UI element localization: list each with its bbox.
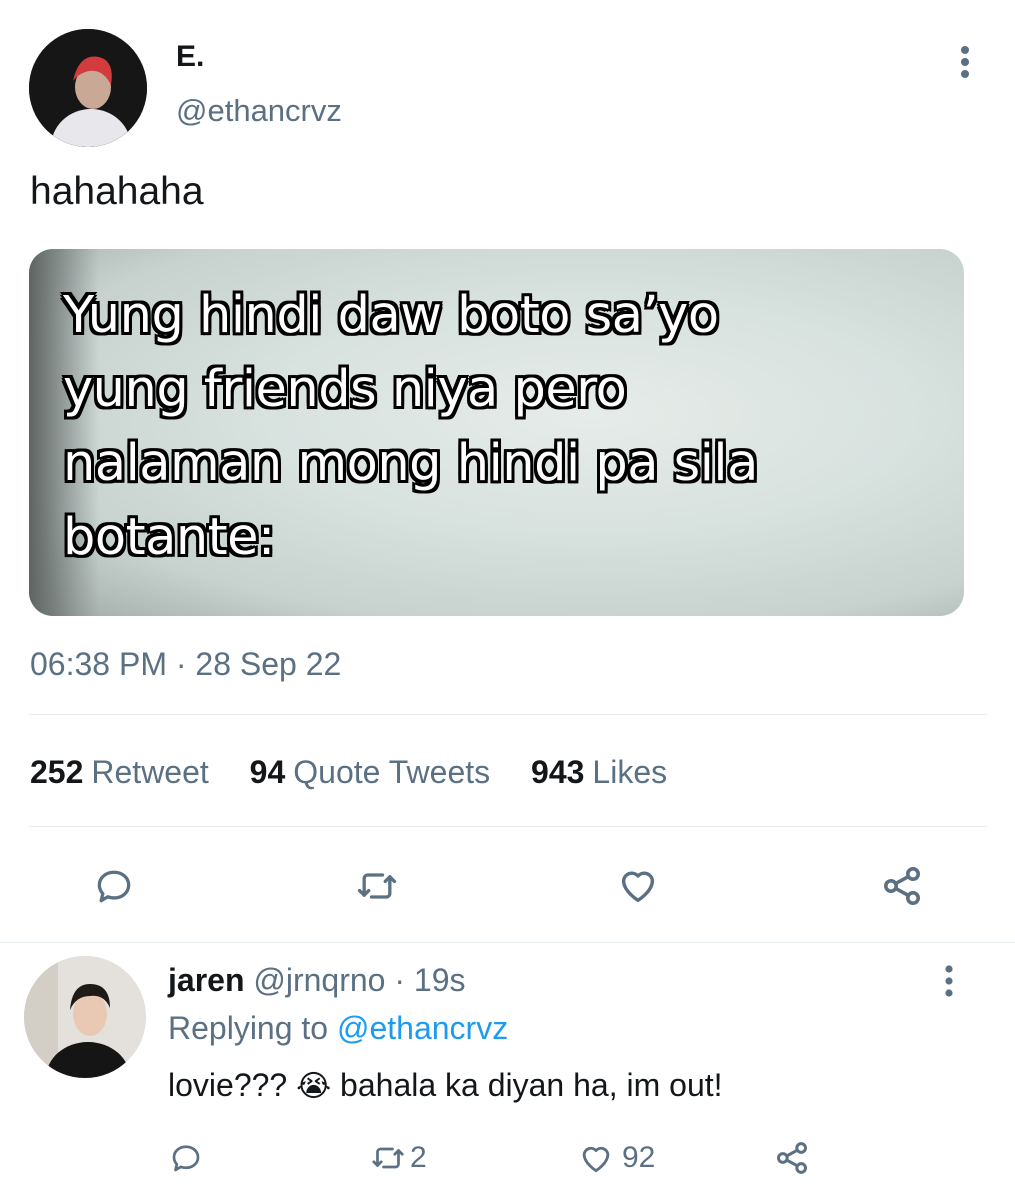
reply-like-count: 92 — [622, 1141, 656, 1174]
reply-text-end: bahala ka diyan ha, im out! — [340, 1067, 723, 1103]
reply-text: lovie??? 😭 bahala ka diyan ha, im out! — [168, 1067, 723, 1104]
media-caption: Yung hindi daw boto sa’yo yung friends n… — [63, 279, 758, 575]
reply-age: · 19s — [394, 962, 466, 998]
reply-like-icon — [576, 1139, 616, 1177]
crying-emoji: 😭 — [296, 1070, 332, 1103]
tweet-stats: 252 Retweet 94 Quote Tweets 943 Likes — [30, 754, 667, 791]
tweet-media[interactable]: Yung hindi daw boto sa’yo yung friends n… — [29, 249, 964, 616]
quote-stat[interactable]: 94 Quote Tweets — [250, 754, 499, 790]
author-display-name[interactable]: E. — [176, 40, 204, 74]
reply-handle[interactable]: @jrnqrno — [253, 962, 385, 998]
like-stat[interactable]: 943 Likes — [531, 754, 667, 790]
retweet-icon[interactable] — [354, 864, 400, 908]
author-handle[interactable]: @ethancrvz — [176, 93, 342, 129]
author-avatar-image — [29, 29, 147, 147]
media-caption-line: nalaman mong hindi pa sila — [63, 434, 758, 493]
reply-retweet-count: 2 — [410, 1141, 427, 1174]
replying-to: Replying to @ethancrvz — [168, 1010, 508, 1047]
tweet-timestamp[interactable]: 06:38 PM · 28 Sep 22 — [30, 646, 341, 683]
media-caption-line: yung friends niya pero — [63, 360, 627, 419]
like-count: 943 — [531, 754, 585, 790]
retweet-stat[interactable]: 252 Retweet — [30, 754, 218, 790]
share-icon[interactable] — [878, 862, 926, 910]
reply-avatar-image — [24, 956, 146, 1078]
divider — [29, 826, 987, 827]
retweet-label: Retweet — [91, 754, 209, 790]
reply-header: jaren @jrnqrno · 19s — [168, 962, 466, 999]
reply-icon[interactable] — [92, 864, 136, 908]
retweet-count: 252 — [30, 754, 84, 790]
author-avatar[interactable] — [29, 29, 147, 147]
reply-display-name[interactable]: jaren — [168, 962, 244, 998]
reply-like-button[interactable]: 92 — [576, 1139, 655, 1177]
like-icon[interactable] — [614, 862, 662, 908]
media-caption-line: Yung hindi daw boto sa’yo — [63, 286, 719, 345]
like-label: Likes — [592, 754, 668, 790]
reply-reply-icon[interactable] — [168, 1140, 204, 1176]
reply-retweet-icon — [368, 1140, 408, 1176]
media-caption-line: botante: — [63, 508, 275, 567]
reply-text-start: lovie??? — [168, 1067, 288, 1103]
reply-share-icon[interactable] — [772, 1138, 812, 1178]
reply-retweet-button[interactable]: 2 — [368, 1140, 427, 1176]
divider — [0, 942, 1015, 943]
quote-label: Quote Tweets — [293, 754, 491, 790]
replying-to-label: Replying to — [168, 1010, 329, 1046]
reply-more-options-icon[interactable] — [938, 964, 960, 998]
replying-to-handle[interactable]: @ethancrvz — [337, 1010, 508, 1046]
reply-author-avatar[interactable] — [24, 956, 146, 1078]
divider — [29, 714, 987, 715]
quote-count: 94 — [249, 754, 286, 790]
more-options-icon[interactable] — [953, 44, 977, 80]
tweet-text: hahahaha — [30, 170, 204, 213]
